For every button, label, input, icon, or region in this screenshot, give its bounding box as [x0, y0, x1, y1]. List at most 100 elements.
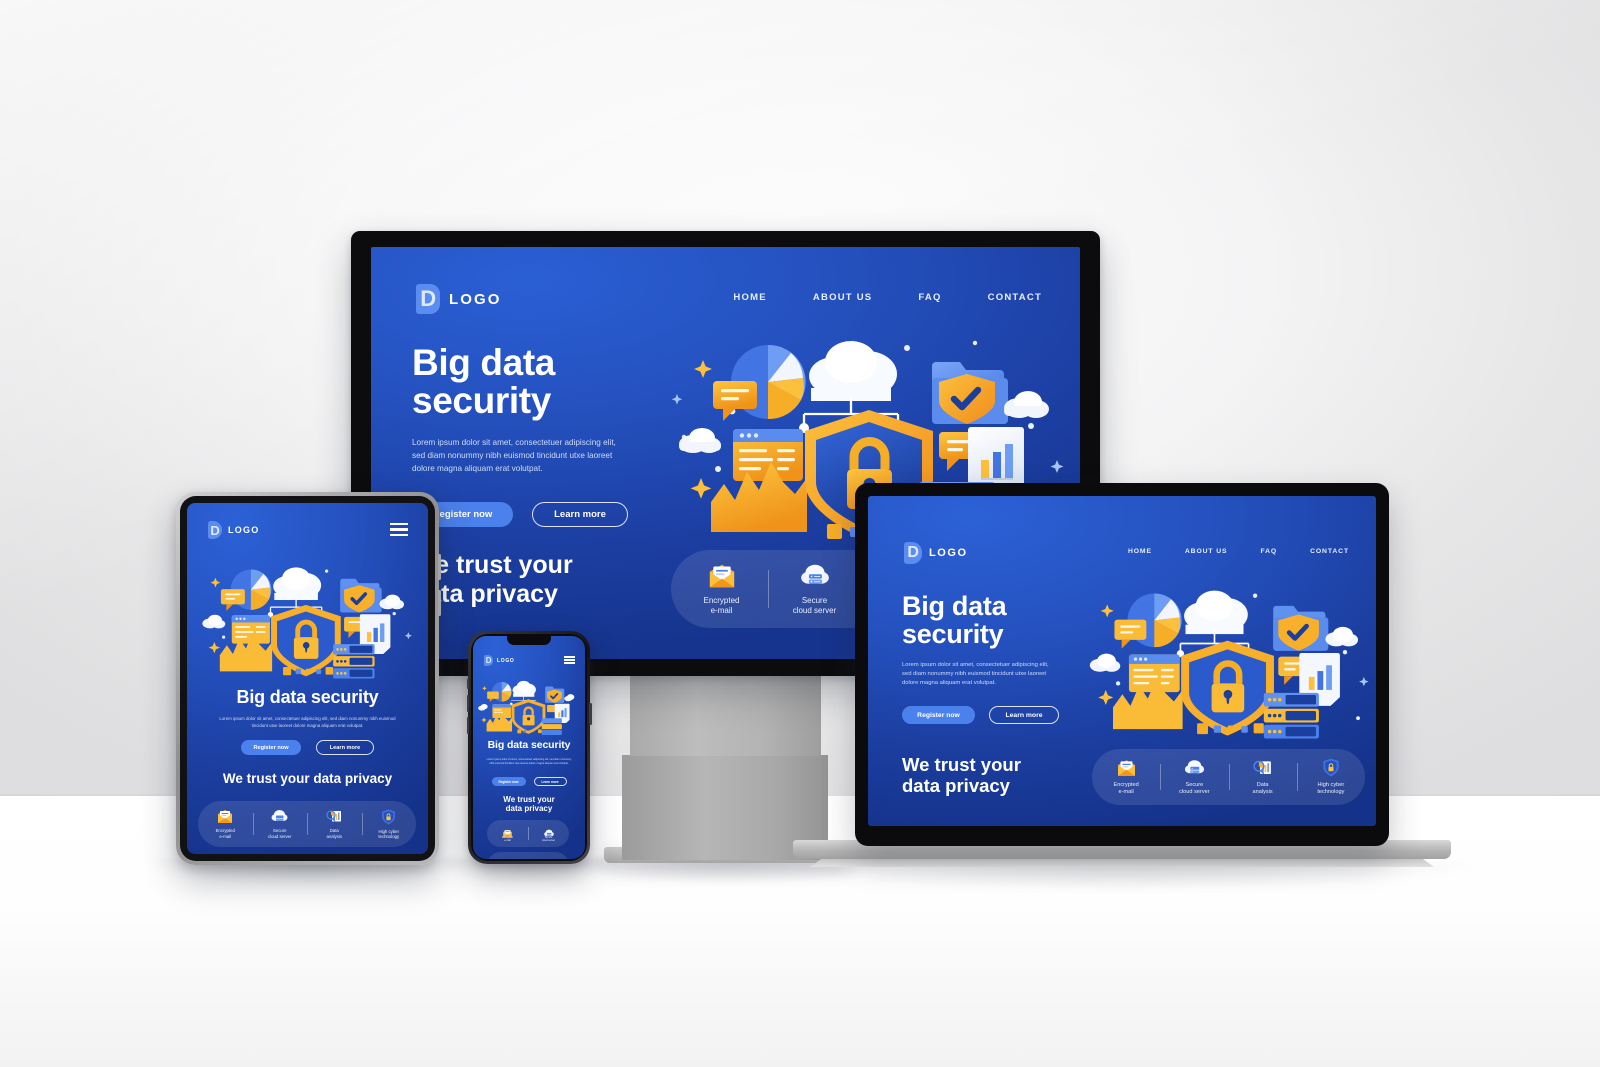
monitor-stand-neck: [630, 672, 821, 756]
page-headline: Big data security: [902, 591, 1087, 649]
nav-item-contact[interactable]: CONTACT: [988, 292, 1042, 303]
logo-wordmark: LOGO: [497, 657, 515, 664]
encrypted-email-icon: [1116, 759, 1137, 777]
high-cyber-technology-icon: [1322, 758, 1340, 777]
nav-item-about-us[interactable]: ABOUT US: [1185, 548, 1228, 555]
feature-label: High cyber technology: [378, 828, 400, 839]
nav-item-about-us[interactable]: ABOUT US: [813, 292, 873, 303]
logo-mark: D: [904, 542, 922, 564]
laptop-screen: D LOGO HOME ABOUT US FAQ CONTACT Big dat…: [868, 496, 1376, 826]
phone-trust-heading: We trust your data privacy: [473, 795, 585, 813]
cloud-small-left: [679, 428, 721, 453]
register-now-button[interactable]: Register now: [902, 706, 975, 725]
logo-letter: D: [420, 286, 436, 311]
laptop-hero-illustration: [1084, 582, 1374, 742]
trust-line-2: data privacy: [902, 775, 1010, 797]
encrypted-email-icon: [502, 825, 513, 838]
logo-letter: D: [485, 656, 492, 665]
laptop-base-lip: [810, 858, 1434, 867]
tablet: D LOGO Big data security Lorem ipsum dol…: [176, 492, 441, 865]
feature-label: High cyber technology: [1317, 782, 1345, 795]
feature-label: Encrypted e-mail: [1113, 781, 1139, 795]
feature-secure-cloud-server[interactable]: Secure cloud server: [528, 825, 569, 842]
secure-cloud-server-icon: [1183, 759, 1206, 777]
nav-item-faq[interactable]: FAQ: [1260, 548, 1277, 555]
nav-item-faq[interactable]: FAQ: [918, 292, 941, 303]
phone-feature-bar-row-1: Encrypted e-mail Secure cloud server: [487, 820, 569, 847]
tablet-cta-row: Register now Learn more: [187, 740, 428, 755]
learn-more-button[interactable]: Learn more: [316, 740, 374, 755]
feature-high-cyber-technology[interactable]: High cyber technology: [528, 857, 569, 860]
phone-logo[interactable]: D LOGO: [484, 655, 515, 666]
phone-mute-switch[interactable]: [466, 679, 469, 689]
tablet-landing-page: D LOGO Big data security Lorem ipsum dol…: [187, 503, 428, 854]
feature-data-analysis[interactable]: Data analysis: [1228, 759, 1297, 796]
monitor-nav: HOME ABOUT US FAQ CONTACT: [733, 292, 1042, 303]
mockup-scene: D LOGO HOME ABOUT US FAQ CONTACT Big dat…: [0, 0, 1600, 1067]
tablet-volume-button[interactable]: [438, 590, 441, 616]
feature-data-analysis[interactable]: Data analysis: [307, 809, 362, 839]
learn-more-button[interactable]: Learn more: [533, 777, 567, 786]
laptop-trust-heading: We trust your data privacy: [902, 754, 1021, 797]
nav-item-contact[interactable]: CONTACT: [1310, 548, 1349, 555]
feature-label: Secure cloud server: [541, 836, 556, 842]
hamburger-menu-icon[interactable]: [390, 523, 408, 536]
security-illustration: [1089, 590, 1369, 739]
trust-line-2: data privacy: [505, 804, 553, 814]
laptop-logo[interactable]: D LOGO: [904, 542, 968, 564]
feature-high-cyber-technology[interactable]: High cyber technology: [361, 809, 417, 840]
hero-paragraph: Lorem ipsum dolor sit amet, consectetuer…: [902, 662, 1049, 687]
phone-notch: [507, 636, 551, 645]
headline-line-2: security: [902, 618, 1004, 649]
phone-screen: D LOGO Big data security Lorem ipsum dol…: [473, 636, 585, 859]
security-illustration: [478, 680, 575, 735]
tablet-power-button[interactable]: [438, 554, 441, 580]
logo-mark: D: [484, 655, 493, 666]
encrypted-email-icon: [707, 563, 737, 589]
tablet-logo[interactable]: D LOGO: [208, 521, 260, 539]
nav-item-home[interactable]: HOME: [733, 292, 766, 303]
smartphone: D LOGO Big data security Lorem ipsum dol…: [466, 631, 592, 864]
feature-secure-cloud-server[interactable]: Secure cloud server: [768, 563, 861, 616]
laptop-hero-copy: Big data security Lorem ipsum dolor sit …: [902, 591, 1087, 725]
feature-secure-cloud-server[interactable]: Secure cloud server: [252, 809, 308, 839]
hamburger-menu-icon[interactable]: [564, 656, 575, 664]
feature-high-cyber-technology[interactable]: High cyber technology: [1296, 758, 1365, 796]
laptop: D LOGO HOME ABOUT US FAQ CONTACT Big dat…: [855, 483, 1389, 846]
register-now-button[interactable]: Register now: [491, 777, 526, 786]
headline-line-1: Big data: [412, 342, 555, 383]
data-analysis-icon: [502, 857, 513, 859]
secure-cloud-server-icon: [270, 809, 289, 824]
secure-cloud-server-icon: [799, 563, 831, 589]
feature-data-analysis[interactable]: Data analysis: [487, 857, 528, 859]
feature-encrypted-email[interactable]: Encrypted e-mail: [487, 825, 528, 842]
feature-label: Secure cloud server: [268, 828, 292, 839]
chat-bubble-left: [713, 381, 757, 421]
feature-label: Encrypted e-mail: [502, 836, 513, 842]
tablet-trust-heading: We trust your data privacy: [222, 771, 393, 786]
phone-volume-up-button[interactable]: [466, 695, 469, 712]
phone-feature-bar-row-2: Data analysis High cyber technology: [487, 852, 569, 859]
monitor-logo[interactable]: D LOGO: [416, 284, 502, 314]
feature-encrypted-email[interactable]: Encrypted e-mail: [198, 809, 253, 839]
trust-line-1: We trust your: [902, 754, 1021, 775]
tablet-screen: D LOGO Big data security Lorem ipsum dol…: [187, 503, 428, 854]
learn-more-button[interactable]: Learn more: [532, 501, 628, 527]
phone-power-button[interactable]: [589, 703, 592, 725]
feature-encrypted-email[interactable]: Encrypted e-mail: [1092, 759, 1160, 796]
headline-line-1: Big data: [902, 591, 1007, 621]
logo-wordmark: LOGO: [449, 290, 502, 308]
feature-encrypted-email[interactable]: Encrypted e-mail: [675, 563, 768, 616]
feature-secure-cloud-server[interactable]: Secure cloud server: [1160, 759, 1228, 796]
laptop-nav: HOME ABOUT US FAQ CONTACT: [1128, 548, 1349, 555]
feature-label: Data analysis: [326, 828, 343, 839]
feature-label: Secure cloud server: [792, 595, 837, 615]
phone-volume-down-button[interactable]: [466, 717, 469, 734]
learn-more-button[interactable]: Learn more: [989, 706, 1059, 725]
nav-item-home[interactable]: HOME: [1128, 548, 1152, 555]
register-now-button[interactable]: Register now: [241, 740, 301, 755]
data-analysis-icon: [1252, 759, 1273, 777]
logo-mark: D: [416, 284, 440, 314]
secure-cloud-server-icon: [543, 825, 555, 837]
feature-label: Encrypted e-mail: [703, 595, 740, 615]
